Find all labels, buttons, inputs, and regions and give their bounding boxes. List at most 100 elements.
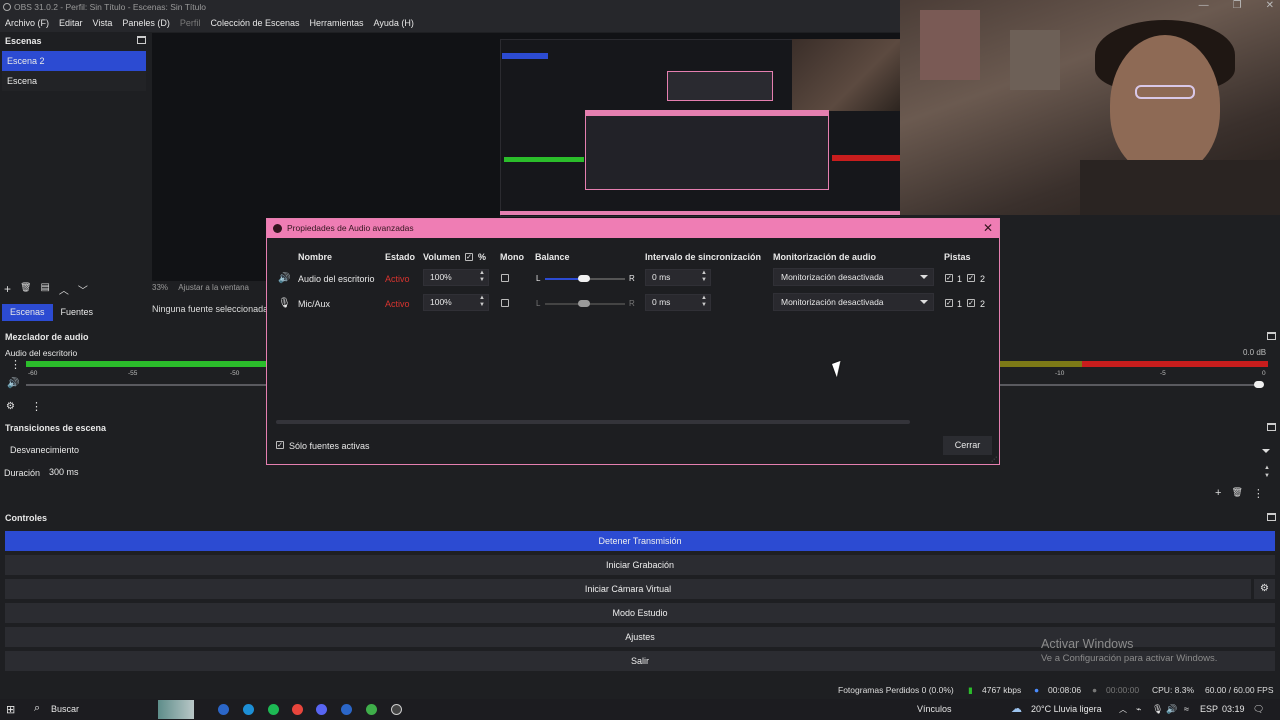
meter-bar-yellow	[1000, 361, 1082, 367]
dock-float-icon[interactable]	[1267, 423, 1276, 431]
network-icon[interactable]: ⌁	[1136, 704, 1141, 715]
header-pistas: Pistas	[944, 252, 971, 262]
scenes-dock-header: Escenas	[0, 33, 150, 49]
maximize-icon[interactable]: ❐	[1233, 0, 1242, 11]
mic-icon[interactable]: 🎙	[1152, 704, 1163, 715]
volume-slider-track[interactable]	[26, 384, 266, 386]
obs-taskbar-icon[interactable]	[391, 704, 402, 715]
only-active-checkbox[interactable]: ✓	[276, 441, 284, 449]
dock-float-icon[interactable]	[137, 36, 146, 44]
track1-checkbox[interactable]: ✓	[945, 274, 953, 282]
search-icon[interactable]: ⌕	[34, 702, 40, 715]
stop-streaming-button[interactable]: Detener Transmisión	[5, 531, 1275, 551]
wifi-icon[interactable]: ≈	[1184, 704, 1189, 714]
spinner-arrows-icon[interactable]: ▲ ▼	[479, 295, 485, 309]
zoom-fit[interactable]: Ajustar a la ventana	[178, 283, 249, 292]
person-shirt	[1080, 160, 1280, 215]
language-indicator[interactable]: ESP	[1200, 704, 1218, 714]
dock-float-icon[interactable]	[1267, 513, 1276, 521]
app-icon[interactable]	[366, 704, 377, 715]
sync-offset-spinbox[interactable]: 0 ms ▲ ▼	[645, 294, 711, 311]
track1-checkbox[interactable]: ✓	[945, 299, 953, 307]
tray-chevron-icon[interactable]: ︿	[1119, 704, 1127, 715]
weather-text[interactable]: 20°C Lluvia ligera	[1031, 704, 1102, 714]
balance-slider-handle[interactable]	[578, 300, 590, 307]
notification-icon[interactable]: 🗨	[1253, 704, 1264, 715]
balance-slider-handle[interactable]	[578, 275, 590, 282]
mono-checkbox[interactable]	[501, 299, 509, 307]
windows-start-icon[interactable]: ⊞	[6, 703, 15, 716]
volume-slider-handle[interactable]	[1254, 381, 1264, 388]
studio-mode-button[interactable]: Modo Estudio	[5, 603, 1275, 623]
start-virtual-camera-button[interactable]: Iniciar Cámara Virtual	[5, 579, 1251, 599]
discord-icon[interactable]	[316, 704, 327, 715]
tab-escenas[interactable]: Escenas	[2, 304, 53, 321]
edge-icon[interactable]	[243, 704, 254, 715]
volume-spinbox[interactable]: 100% ▲ ▼	[423, 269, 489, 286]
volume-spinbox[interactable]: 100% ▲ ▼	[423, 294, 489, 311]
menu-perfil[interactable]: Perfil	[180, 15, 201, 32]
obs-logo-icon	[273, 224, 282, 233]
menu-ayuda[interactable]: Ayuda (H)	[374, 15, 414, 32]
monitoring-select[interactable]: Monitorización desactivada	[773, 268, 934, 286]
taskbar-search[interactable]: Buscar	[51, 704, 79, 714]
horizontal-scrollbar[interactable]	[276, 420, 910, 424]
sync-offset-spinbox[interactable]: 0 ms ▲ ▼	[645, 269, 711, 286]
resize-grip-icon[interactable]: ⋰	[991, 456, 997, 463]
monitoring-select[interactable]: Monitorización desactivada	[773, 293, 934, 311]
menu-herramientas[interactable]: Herramientas	[310, 15, 364, 32]
add-transition-icon[interactable]: +	[1215, 487, 1221, 500]
add-scene-icon[interactable]: +	[4, 282, 11, 297]
transitions-title: Transiciones de escena	[5, 423, 107, 433]
start-recording-button[interactable]: Iniciar Grabación	[5, 555, 1275, 575]
move-down-icon[interactable]: ﹀	[78, 282, 88, 297]
window-title: OBS 31.0.2 - Perfil: Sin Título - Escena…	[14, 2, 206, 12]
close-window-icon[interactable]: ✕	[1266, 0, 1274, 11]
mixer-more-icon[interactable]: ⋮	[31, 400, 42, 413]
menu-vista[interactable]: Vista	[93, 15, 113, 32]
spinner-arrows-icon[interactable]: ▲ ▼	[701, 270, 707, 284]
volume-slider-track[interactable]	[1000, 384, 1258, 386]
steam-icon[interactable]	[341, 704, 352, 715]
track2-checkbox[interactable]: ✓	[967, 274, 975, 282]
remove-transition-icon[interactable]: 🗑	[1231, 487, 1242, 500]
track2-checkbox[interactable]: ✓	[967, 299, 975, 307]
person-face	[1110, 35, 1220, 175]
tab-fuentes[interactable]: Fuentes	[53, 304, 102, 321]
zoom-level[interactable]: 33%	[152, 283, 168, 292]
menu-archivo[interactable]: Archivo (F)	[5, 15, 49, 32]
virtual-camera-settings-icon[interactable]: ⚙	[1254, 579, 1275, 599]
mono-checkbox[interactable]	[501, 274, 509, 282]
remove-scene-icon[interactable]: 🗑	[20, 282, 31, 297]
balance-right-label: R	[629, 299, 635, 308]
clock[interactable]: 03:19	[1222, 704, 1245, 714]
move-up-icon[interactable]: ︿	[59, 282, 69, 297]
menu-coleccion[interactable]: Colección de Escenas	[210, 15, 299, 32]
close-icon[interactable]: ✕	[983, 219, 993, 238]
transition-more-icon[interactable]: ⋮	[1253, 487, 1264, 500]
dock-float-icon[interactable]	[1267, 332, 1276, 340]
minimize-icon[interactable]: —	[1199, 0, 1209, 11]
menu-paneles[interactable]: Paneles (D)	[122, 15, 170, 32]
scene-item-escena-2[interactable]: Escena 2	[2, 51, 146, 71]
mixer-settings-icon[interactable]: ⚙	[6, 401, 15, 412]
balance-left-label: L	[536, 274, 541, 283]
menu-editar[interactable]: Editar	[59, 15, 83, 32]
steam-icon[interactable]	[218, 704, 229, 715]
spotify-icon[interactable]	[268, 704, 279, 715]
volume-icon[interactable]: 🔊	[1166, 704, 1177, 715]
duration-field[interactable]: 300 ms ▲ ▼	[46, 464, 1276, 481]
duration-spinner-icon[interactable]: ▲ ▼	[1264, 464, 1270, 480]
mixer-menu-icon[interactable]: ⋮	[10, 360, 21, 371]
percent-checkbox[interactable]: ✓	[465, 253, 473, 261]
spinner-arrows-icon[interactable]: ▲ ▼	[701, 295, 707, 309]
cerrar-button[interactable]: Cerrar	[943, 436, 992, 455]
bitrate: 4767 kbps	[982, 685, 1022, 695]
speaker-icon[interactable]: 🔊	[7, 378, 19, 389]
scene-item-escena[interactable]: Escena	[2, 71, 146, 91]
dropped-frames: Fotogramas Perdidos 0 (0.0%)	[838, 685, 954, 695]
scene-filters-icon[interactable]: ▤	[40, 282, 49, 297]
links-toolbar[interactable]: Vínculos	[917, 704, 952, 714]
spinner-arrows-icon[interactable]: ▲ ▼	[479, 270, 485, 284]
chrome-icon[interactable]	[292, 704, 303, 715]
